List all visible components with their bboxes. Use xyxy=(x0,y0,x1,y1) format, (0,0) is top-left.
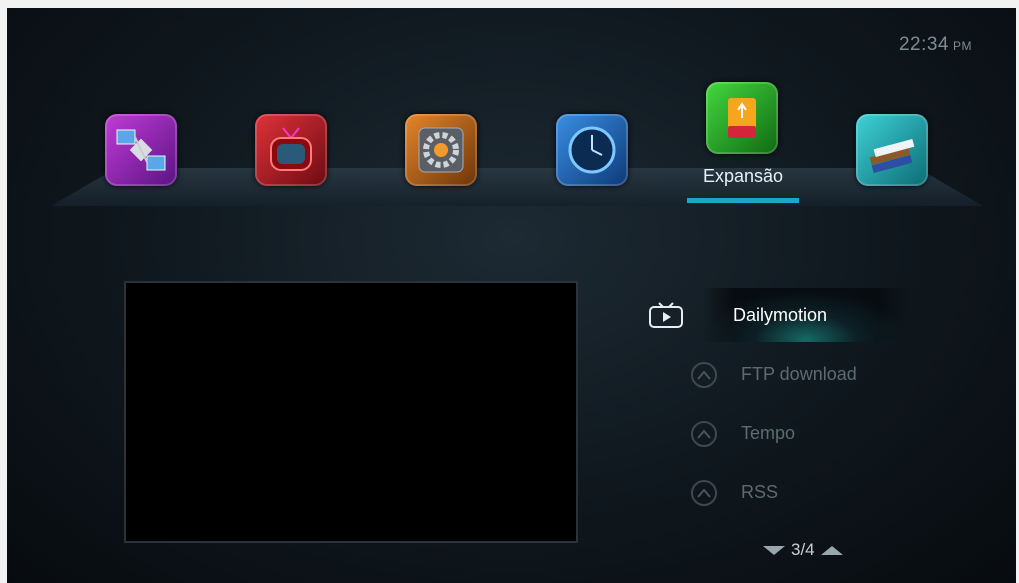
selected-tab-underline xyxy=(687,198,799,203)
submenu-item-ftp-download[interactable]: FTP download xyxy=(627,345,987,404)
submenu-item-label: FTP download xyxy=(741,364,857,384)
clock: 22:34 PM xyxy=(899,34,972,56)
tv-icon xyxy=(270,127,312,171)
page-down-icon[interactable] xyxy=(763,545,785,555)
menu-tile-settings[interactable] xyxy=(405,114,477,186)
menu-shelf xyxy=(51,168,983,206)
submenu-item-label: RSS xyxy=(741,482,779,502)
play-tv-icon xyxy=(649,302,683,328)
menu-tile-clock[interactable] xyxy=(556,114,628,186)
page-up-icon[interactable] xyxy=(820,545,843,555)
submenu-list: Dailymotion FTP download Tempo RSS xyxy=(627,286,987,522)
selected-tab-label: Expansão xyxy=(702,166,784,186)
submenu-item-label: Dailymotion xyxy=(733,305,828,325)
submenu-item-rss[interactable]: RSS xyxy=(627,463,987,522)
circle-chevron-icon xyxy=(691,420,717,447)
clock-time: 22:34 xyxy=(898,34,949,55)
submenu-item-label: Tempo xyxy=(741,423,796,443)
circle-chevron-icon xyxy=(691,361,717,388)
usb-drive-icon xyxy=(728,98,756,138)
menu-tile-expansao[interactable] xyxy=(706,82,778,154)
clock-icon xyxy=(568,126,616,174)
pager-text: 3/4 xyxy=(791,540,815,559)
submenu-item-tempo[interactable]: Tempo xyxy=(627,404,987,463)
menu-tile-books[interactable] xyxy=(856,114,928,186)
circle-chevron-icon xyxy=(691,479,717,506)
preview-window xyxy=(124,281,578,543)
tv-screen: 22:34 PM Expansão Dailymotion FTP downlo… xyxy=(7,8,1016,583)
submenu-item-dailymotion[interactable]: Dailymotion xyxy=(627,286,987,345)
books-icon xyxy=(869,138,915,174)
satellite-icon xyxy=(116,129,166,171)
menu-tile-satellite[interactable] xyxy=(105,114,177,186)
pager: 3/4 xyxy=(763,540,843,560)
clock-ampm: PM xyxy=(953,39,972,53)
settings-gear-icon xyxy=(418,127,464,173)
menu-tile-tv[interactable] xyxy=(255,114,327,186)
